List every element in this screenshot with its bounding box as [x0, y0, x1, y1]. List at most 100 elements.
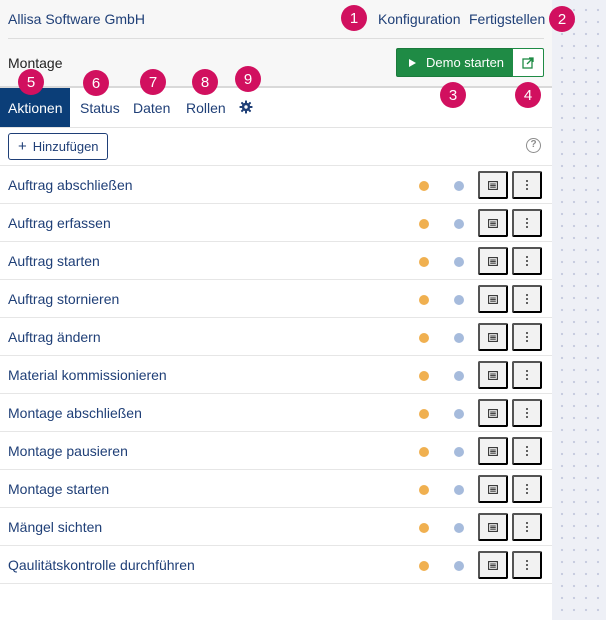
action-detail-button[interactable] [478, 171, 508, 199]
help-icon[interactable]: ? [526, 138, 541, 153]
action-row[interactable]: Auftrag erfassen [0, 204, 552, 242]
action-more-button[interactable] [512, 171, 542, 199]
annotation-badge: 7 [140, 69, 166, 95]
action-more-button[interactable] [512, 437, 542, 465]
action-label[interactable]: Qaulitätskontrolle durchführen [8, 557, 195, 573]
action-label[interactable]: Auftrag abschließen [8, 177, 133, 193]
action-detail-button[interactable] [478, 437, 508, 465]
kebab-menu-icon [526, 446, 528, 456]
action-detail-button[interactable] [478, 475, 508, 503]
kebab-menu-icon [526, 332, 528, 342]
demo-start-button[interactable]: Demo starten [396, 48, 513, 77]
list-detail-icon [488, 218, 498, 228]
status-dot-blue [454, 333, 464, 343]
action-more-button[interactable] [512, 209, 542, 237]
action-row[interactable]: Qaulitätskontrolle durchführen [0, 546, 552, 584]
kebab-menu-icon [526, 370, 528, 380]
status-dot-orange [419, 219, 429, 229]
status-dot-orange [419, 561, 429, 571]
list-detail-icon [488, 446, 498, 456]
action-label[interactable]: Montage abschließen [8, 405, 142, 421]
status-dot-orange [419, 523, 429, 533]
list-detail-icon [488, 294, 498, 304]
action-detail-button[interactable] [478, 361, 508, 389]
kebab-menu-icon [526, 560, 528, 570]
add-action-button[interactable]: + Hinzufügen [8, 133, 108, 160]
action-label[interactable]: Montage starten [8, 481, 109, 497]
status-dot-orange [419, 409, 429, 419]
action-more-button[interactable] [512, 399, 542, 427]
action-row[interactable]: Auftrag abschließen [0, 166, 552, 204]
open-external-button[interactable] [512, 48, 544, 77]
status-dot-blue [454, 219, 464, 229]
list-detail-icon [488, 560, 498, 570]
status-dot-blue [454, 561, 464, 571]
action-label[interactable]: Mängel sichten [8, 519, 102, 535]
status-dot-orange [419, 485, 429, 495]
status-dot-orange [419, 257, 429, 267]
annotation-badge: 3 [440, 82, 466, 108]
divider [8, 38, 544, 39]
list-detail-icon [488, 484, 498, 494]
plus-icon: + [18, 138, 27, 155]
play-icon [409, 58, 416, 67]
action-detail-button[interactable] [478, 513, 508, 541]
list-detail-icon [488, 370, 498, 380]
action-list: Auftrag abschließen Auftrag erfassen Auftr… [0, 165, 552, 584]
action-label[interactable]: Auftrag ändern [8, 329, 101, 345]
action-label[interactable]: Material kommissionieren [8, 367, 167, 383]
action-label[interactable]: Montage pausieren [8, 443, 128, 459]
annotation-badge: 1 [341, 5, 367, 31]
status-dot-orange [419, 447, 429, 457]
action-more-button[interactable] [512, 285, 542, 313]
annotation-badge: 5 [18, 69, 44, 95]
action-more-button[interactable] [512, 551, 542, 579]
action-detail-button[interactable] [478, 285, 508, 313]
action-more-button[interactable] [512, 361, 542, 389]
action-detail-button[interactable] [478, 247, 508, 275]
list-detail-icon [488, 332, 498, 342]
status-dot-orange [419, 295, 429, 305]
canvas-background [552, 0, 606, 620]
list-detail-icon [488, 256, 498, 266]
finish-link[interactable]: Fertigstellen [469, 11, 545, 27]
action-row[interactable]: Mängel sichten [0, 508, 552, 546]
action-row[interactable]: Montage pausieren [0, 432, 552, 470]
action-row[interactable]: Montage starten [0, 470, 552, 508]
action-label[interactable]: Auftrag erfassen [8, 215, 111, 231]
action-more-button[interactable] [512, 323, 542, 351]
action-row[interactable]: Auftrag ändern [0, 318, 552, 356]
top-bar: Allisa Software GmbH Konfiguration Ferti… [0, 0, 552, 86]
action-row[interactable]: Material kommissionieren [0, 356, 552, 394]
action-detail-button[interactable] [478, 209, 508, 237]
list-detail-icon [488, 180, 498, 190]
action-row[interactable]: Auftrag stornieren [0, 280, 552, 318]
action-more-button[interactable] [512, 247, 542, 275]
demo-start-label: Demo starten [426, 55, 505, 70]
action-row[interactable]: Montage abschließen [0, 394, 552, 432]
annotation-badge: 8 [192, 69, 218, 95]
configuration-link[interactable]: Konfiguration [378, 11, 461, 27]
annotation-badge: 4 [515, 82, 541, 108]
status-dot-blue [454, 295, 464, 305]
status-dot-blue [454, 523, 464, 533]
add-action-label: Hinzufügen [32, 139, 99, 154]
action-detail-button[interactable] [478, 323, 508, 351]
status-dot-orange [419, 371, 429, 381]
status-dot-blue [454, 371, 464, 381]
process-panel: Allisa Software GmbH Konfiguration Ferti… [0, 0, 552, 620]
action-detail-button[interactable] [478, 399, 508, 427]
gear-icon[interactable] [239, 100, 253, 114]
action-label[interactable]: Auftrag starten [8, 253, 100, 269]
action-detail-button[interactable] [478, 551, 508, 579]
status-dot-blue [454, 409, 464, 419]
action-more-button[interactable] [512, 513, 542, 541]
list-detail-icon [488, 408, 498, 418]
kebab-menu-icon [526, 218, 528, 228]
action-more-button[interactable] [512, 475, 542, 503]
annotation-badge: 2 [549, 6, 575, 32]
process-title: Montage [8, 55, 63, 71]
action-row[interactable]: Auftrag starten [0, 242, 552, 280]
status-dot-blue [454, 485, 464, 495]
action-label[interactable]: Auftrag stornieren [8, 291, 119, 307]
